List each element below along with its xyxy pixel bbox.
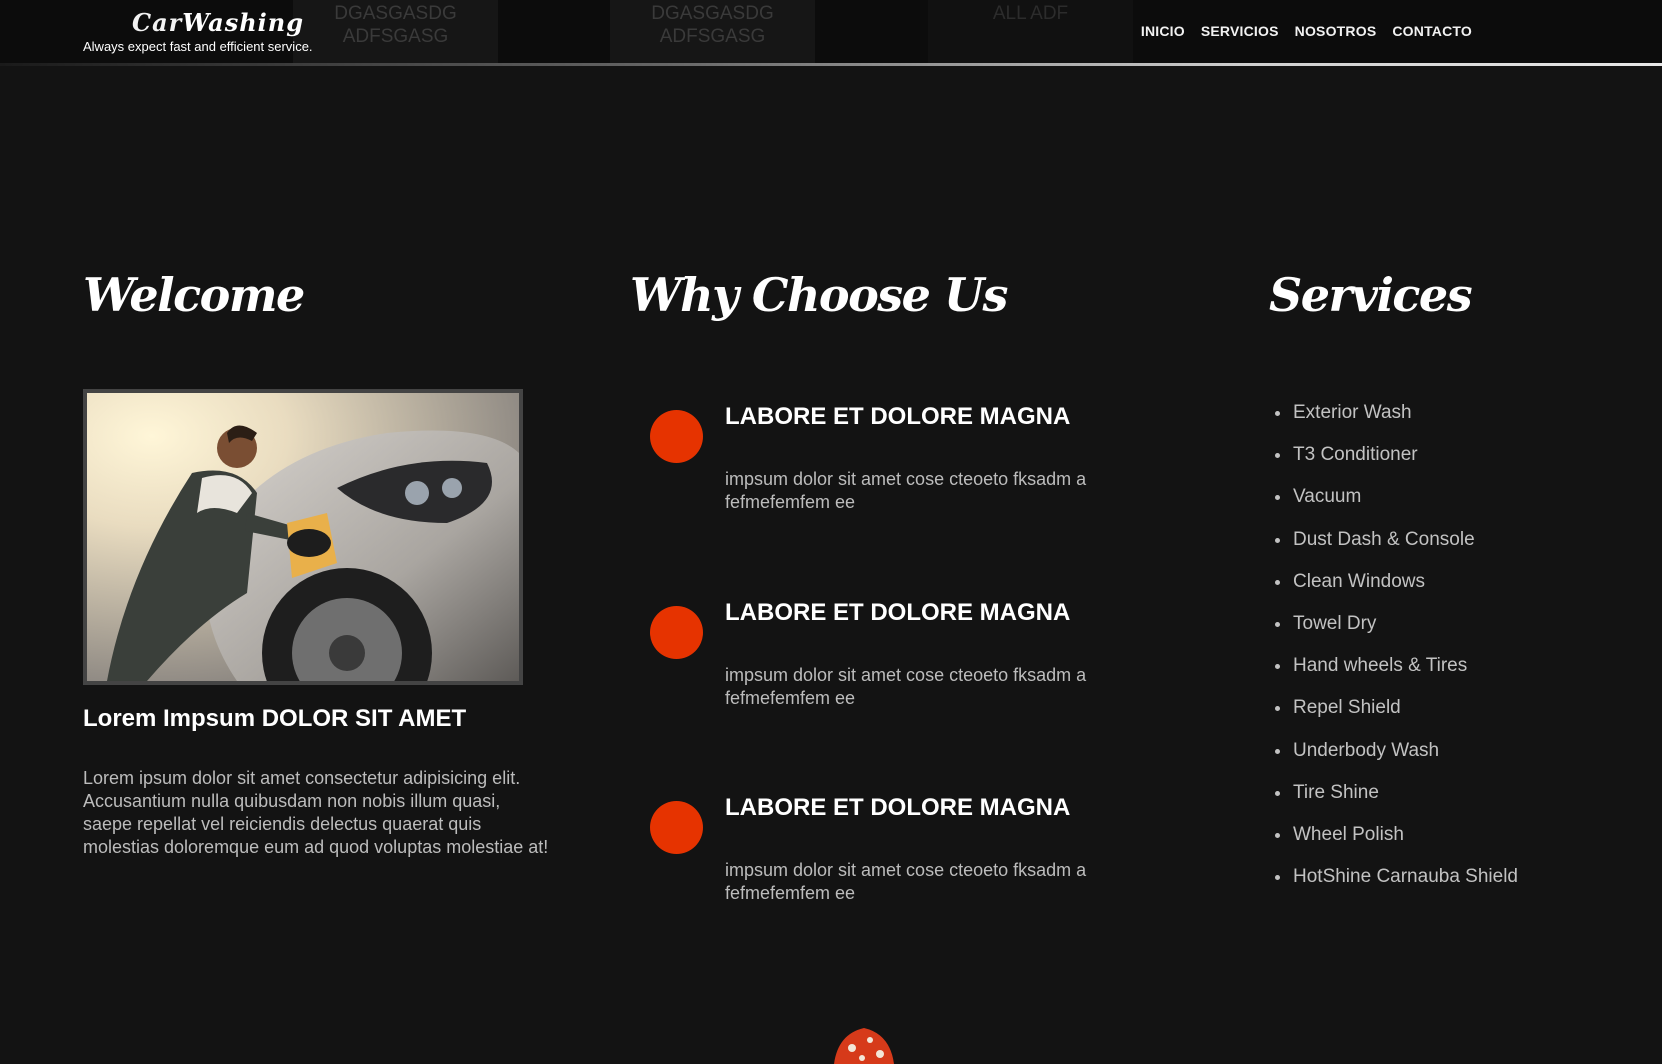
service-item: Underbody Wash bbox=[1273, 736, 1518, 778]
service-item: Repel Shield bbox=[1273, 693, 1518, 735]
nav-contacto[interactable]: CONTACTO bbox=[1392, 23, 1472, 39]
services-heading: Services bbox=[1269, 268, 1473, 322]
feature-title: LABORE ET DOLORE MAGNA bbox=[725, 599, 1071, 626]
feature-title: LABORE ET DOLORE MAGNA bbox=[725, 403, 1071, 430]
nav-nosotros[interactable]: NOSOTROS bbox=[1295, 23, 1377, 39]
ghost-banner: ALL ADF bbox=[928, 0, 1133, 66]
service-item: Dust Dash & Console bbox=[1273, 525, 1518, 567]
feature-dot-icon bbox=[650, 606, 703, 659]
header-divider bbox=[0, 63, 1662, 66]
nav-servicios[interactable]: SERVICIOS bbox=[1201, 23, 1279, 39]
logo-title: CarWashing bbox=[131, 8, 305, 37]
welcome-subtitle: Lorem Impsum DOLOR SIT AMET bbox=[83, 705, 467, 732]
welcome-text: Lorem ipsum dolor sit amet consectetur a… bbox=[83, 768, 549, 857]
welcome-heading: Welcome bbox=[83, 268, 305, 322]
ghost-banner: DGASGASDG ADFSGASG bbox=[610, 0, 815, 66]
feature-text: impsum dolor sit amet cose cteoeto fksad… bbox=[725, 469, 1087, 512]
feature-text: impsum dolor sit amet cose cteoeto fksad… bbox=[725, 665, 1087, 708]
feature-text: impsum dolor sit amet cose cteoeto fksad… bbox=[725, 860, 1087, 903]
site-logo[interactable]: CarWashing Always expect fast and effici… bbox=[83, 8, 353, 54]
why-choose-heading: Why Choose Us bbox=[630, 268, 1008, 322]
decorative-mascot-icon bbox=[834, 1028, 894, 1064]
service-item: Clean Windows bbox=[1273, 567, 1518, 609]
service-item: Vacuum bbox=[1273, 482, 1518, 524]
service-item: Exterior Wash bbox=[1273, 398, 1518, 440]
logo-tagline: Always expect fast and efficient service… bbox=[83, 39, 313, 54]
services-list: Exterior Wash T3 Conditioner Vacuum Dust… bbox=[1273, 398, 1518, 904]
service-item: T3 Conditioner bbox=[1273, 440, 1518, 482]
site-header: DGASGASDG ADFSGASG DGASGASDG ADFSGASG AL… bbox=[0, 0, 1662, 66]
feature-dot-icon bbox=[650, 801, 703, 854]
feature-dot-icon bbox=[650, 410, 703, 463]
service-item: Hand wheels & Tires bbox=[1273, 651, 1518, 693]
car-washing-photo bbox=[83, 389, 523, 685]
nav-inicio[interactable]: INICIO bbox=[1141, 23, 1185, 39]
service-item: HotShine Carnauba Shield bbox=[1273, 862, 1518, 904]
service-item: Tire Shine bbox=[1273, 778, 1518, 820]
feature-title: LABORE ET DOLORE MAGNA bbox=[725, 794, 1071, 821]
main-nav: INICIO SERVICIOS NOSOTROS CONTACTO bbox=[1141, 23, 1472, 39]
service-item: Wheel Polish bbox=[1273, 820, 1518, 862]
service-item: Towel Dry bbox=[1273, 609, 1518, 651]
